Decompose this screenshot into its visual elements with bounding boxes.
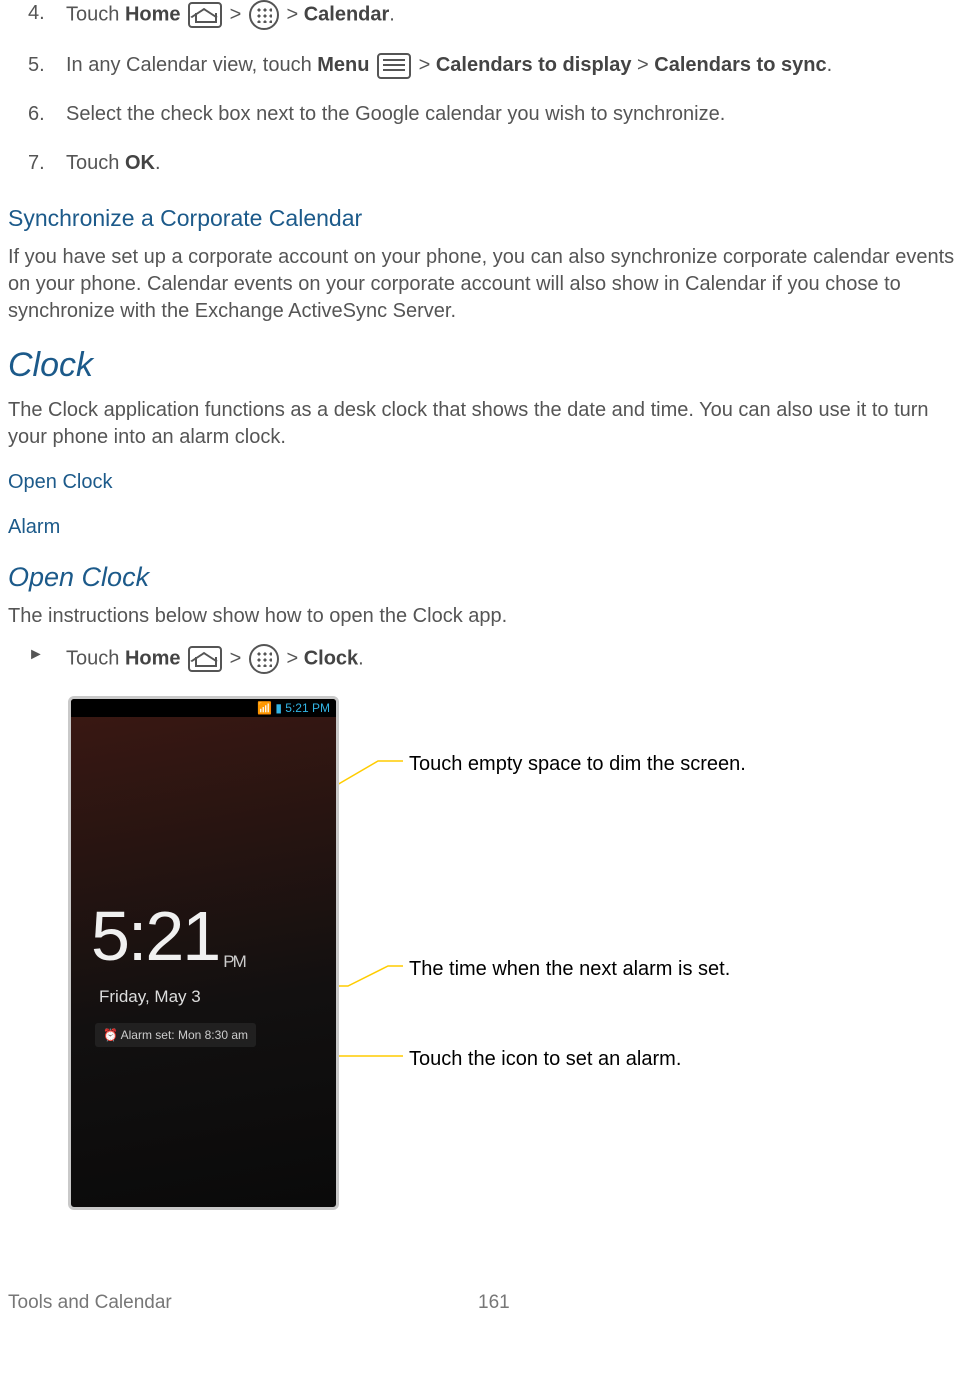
- para-sync-corporate: If you have set up a corporate account o…: [8, 244, 959, 325]
- heading-sync-corporate: Synchronize a Corporate Calendar: [8, 203, 959, 234]
- bold-clock: Clock: [304, 648, 358, 670]
- bullet-open-clock: ► Touch Home > > Clock.: [8, 644, 959, 674]
- text: .: [389, 3, 395, 25]
- clock-time-value: 5:21: [91, 889, 219, 984]
- apps-icon: [249, 0, 279, 30]
- battery-icon: ▮: [275, 701, 282, 715]
- bullet-marker: ►: [28, 644, 56, 666]
- text: >: [286, 648, 298, 670]
- home-icon: [188, 2, 222, 28]
- menu-icon: [377, 53, 411, 79]
- step-content: In any Calendar view, touch Menu > Calen…: [66, 52, 959, 79]
- heading-open-clock: Open Clock: [8, 559, 959, 595]
- step-number: 7.: [28, 150, 56, 177]
- footer-section: Tools and Calendar: [8, 1290, 478, 1316]
- text: >: [631, 54, 654, 76]
- text: .: [358, 648, 364, 670]
- step-number: 6.: [28, 101, 56, 128]
- footer-page-number: 161: [478, 1290, 510, 1316]
- step-number: 4.: [28, 0, 56, 27]
- text: >: [286, 3, 298, 25]
- bold-menu: Menu: [317, 54, 369, 76]
- step-content: Touch OK.: [66, 150, 959, 177]
- status-bar: 📶 ▮ 5:21 PM: [71, 699, 336, 717]
- clock-pm: PM: [223, 951, 245, 974]
- text: In any Calendar view, touch: [66, 54, 317, 76]
- bold-calendars-sync: Calendars to sync: [654, 54, 826, 76]
- step-5: 5. In any Calendar view, touch Menu > Ca…: [8, 52, 959, 79]
- bold-home: Home: [125, 648, 181, 670]
- bold-calendar: Calendar: [304, 3, 390, 25]
- bullet-content: Touch Home > > Clock.: [66, 644, 959, 674]
- clock-time: 5:21 PM: [91, 889, 316, 984]
- text: >: [230, 648, 242, 670]
- bold-ok: OK: [125, 152, 155, 174]
- text: Touch: [66, 152, 125, 174]
- link-open-clock[interactable]: Open Clock: [8, 469, 959, 496]
- text: Touch: [66, 3, 125, 25]
- phone-screenshot: 📶 ▮ 5:21 PM 5:21 PM Friday, May 3 ⏰ Alar…: [68, 696, 339, 1210]
- apps-icon: [249, 644, 279, 674]
- clock-date: Friday, May 3: [99, 986, 316, 1009]
- step-6: 6. Select the check box next to the Goog…: [8, 101, 959, 128]
- text: Touch: [66, 648, 125, 670]
- step-4: 4. Touch Home > > Calendar.: [8, 0, 959, 30]
- alarm-set-label: ⏰ Alarm set: Mon 8:30 am: [95, 1023, 256, 1047]
- callout-set-alarm: Touch the icon to set an alarm.: [409, 1046, 681, 1073]
- clock-figure: 📶 ▮ 5:21 PM 5:21 PM Friday, May 3 ⏰ Alar…: [68, 696, 959, 1210]
- footer: Tools and Calendar 161: [8, 1290, 959, 1316]
- step-content: Touch Home > > Calendar.: [66, 0, 959, 30]
- text: .: [827, 54, 833, 76]
- bold-calendars-display: Calendars to display: [436, 54, 632, 76]
- bold-home: Home: [125, 3, 181, 25]
- text: >: [230, 3, 242, 25]
- wifi-icon: 📶: [257, 701, 272, 715]
- clock-area: 5:21 PM Friday, May 3 ⏰ Alarm set: Mon 8…: [91, 889, 316, 1047]
- step-7: 7. Touch OK.: [8, 150, 959, 177]
- para-clock: The Clock application functions as a des…: [8, 397, 959, 451]
- step-number: 5.: [28, 52, 56, 79]
- para-open-clock: The instructions below show how to open …: [8, 603, 959, 630]
- text: .: [155, 152, 161, 174]
- step-content: Select the check box next to the Google …: [66, 101, 959, 128]
- link-alarm[interactable]: Alarm: [8, 514, 959, 541]
- callout-dim-screen: Touch empty space to dim the screen.: [409, 751, 746, 778]
- status-time: 5:21 PM: [285, 701, 330, 715]
- heading-clock: Clock: [8, 343, 959, 389]
- callout-next-alarm: The time when the next alarm is set.: [409, 956, 730, 983]
- text: >: [419, 54, 436, 76]
- home-icon: [188, 646, 222, 672]
